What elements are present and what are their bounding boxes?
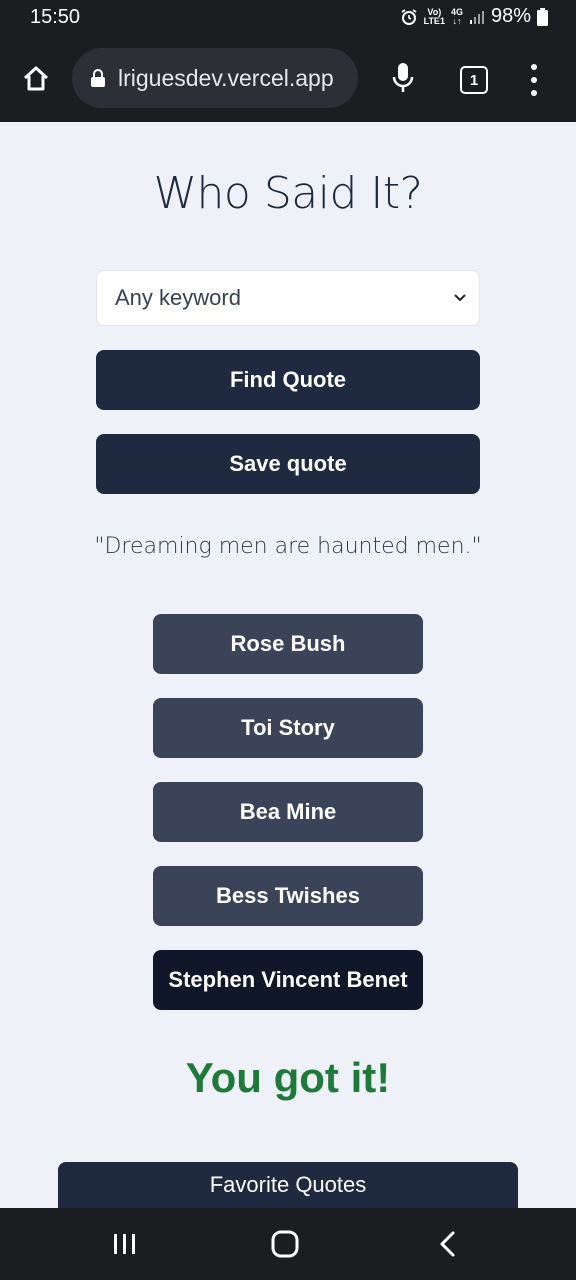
author-choice-button[interactable]: Rose Bush [153, 614, 423, 674]
author-choice-button[interactable]: Bess Twishes [153, 866, 423, 926]
signal-icon [469, 10, 484, 24]
data-arrows-icon: ↓↑ [452, 15, 462, 26]
keyword-select-value: Any keyword [115, 285, 241, 310]
battery-percent: 98% [490, 5, 531, 27]
author-choice-button[interactable]: Toi Story [153, 698, 423, 758]
system-nav-bar [0, 1208, 576, 1280]
tab-count: 1 [469, 71, 479, 89]
volte-bottom: LTE1 [423, 15, 445, 26]
tab-switcher-button[interactable]: 1 [460, 66, 488, 94]
menu-dot [531, 64, 537, 70]
chevron-down-icon [454, 294, 466, 302]
network-type-indicator: 4G ↓↑ [451, 7, 463, 26]
status-time: 15:50 [30, 6, 81, 28]
volte-indicator: Vo) LTE1 [423, 7, 445, 26]
page-title: Who Said It? [153, 168, 423, 219]
status-bar: 15:50 Vo) LTE1 4G ↓↑ 98% [0, 0, 576, 36]
lock-icon [91, 69, 105, 87]
menu-dot [531, 90, 537, 96]
status-icons: Vo) LTE1 4G ↓↑ 98% [400, 5, 548, 28]
page-content: Who Said It? Any keyword Find Quote Save… [0, 122, 576, 1208]
author-choices: Rose Bush Toi Story Bea Mine Bess Twishe… [153, 614, 423, 1034]
author-choice-button[interactable]: Bea Mine [153, 782, 423, 842]
quote-text: "Dreaming men are haunted men." [94, 534, 482, 559]
address-bar[interactable]: lriguesdev.vercel.app [72, 48, 358, 108]
back-icon[interactable] [436, 1230, 458, 1258]
favorite-quotes-button[interactable]: Favorite Quotes [58, 1162, 518, 1208]
browser-toolbar: lriguesdev.vercel.app 1 [0, 36, 576, 122]
microphone-icon [392, 63, 414, 92]
alarm-icon [401, 8, 417, 25]
home-icon [23, 66, 49, 91]
home-nav-icon[interactable] [271, 1230, 299, 1258]
voice-search-button[interactable] [388, 60, 418, 96]
home-button[interactable] [18, 60, 54, 96]
recent-apps-icon[interactable] [112, 1232, 138, 1256]
menu-dot [531, 77, 537, 83]
keyword-select[interactable]: Any keyword [96, 270, 480, 326]
battery-icon [537, 7, 548, 26]
result-message: You got it! [185, 1054, 391, 1101]
find-quote-button[interactable]: Find Quote [96, 350, 480, 410]
save-quote-button[interactable]: Save quote [96, 434, 480, 494]
author-choice-button-selected[interactable]: Stephen Vincent Benet [153, 950, 423, 1010]
browser-menu-button[interactable] [524, 64, 544, 96]
url-text: lriguesdev.vercel.app [118, 64, 334, 91]
